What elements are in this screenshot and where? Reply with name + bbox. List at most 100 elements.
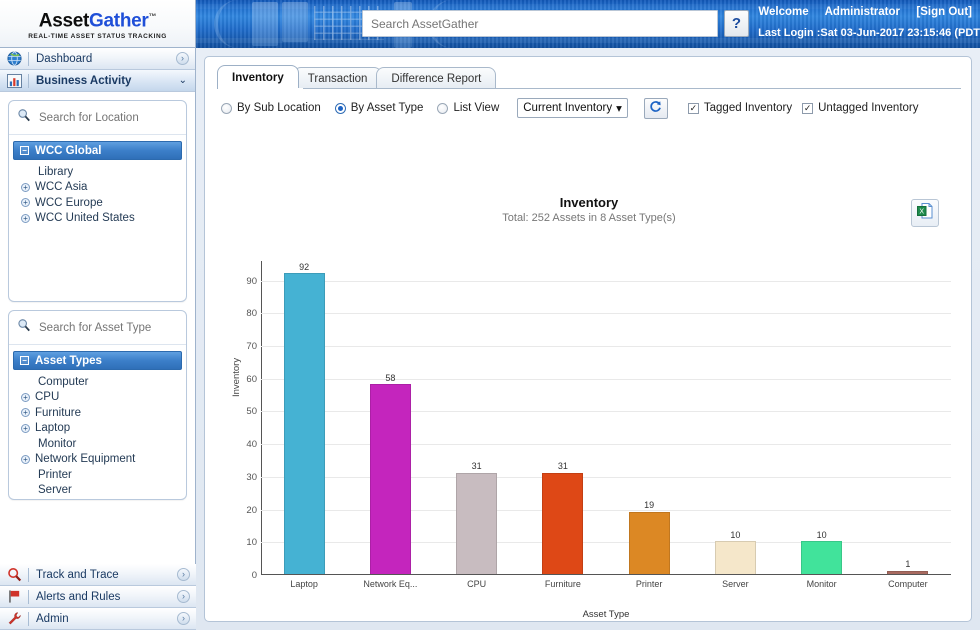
y-axis-tick-label: 50 bbox=[246, 406, 257, 418]
checkbox-label: Tagged Inventory bbox=[703, 102, 793, 114]
chart-bar-column[interactable]: 1 bbox=[887, 559, 929, 574]
tree-item-server[interactable]: Server bbox=[9, 483, 186, 499]
brand-logo[interactable]: AssetGather™ REAL-TIME ASSET STATUS TRAC… bbox=[0, 0, 196, 48]
checkbox-tagged-inventory[interactable]: ✓ Tagged Inventory bbox=[687, 102, 793, 114]
x-axis-tick-label: CPU bbox=[467, 579, 487, 589]
chevron-right-icon: › bbox=[177, 612, 190, 625]
sidebar-item-label: Alerts and Rules bbox=[36, 590, 121, 603]
chart-bar-column[interactable]: 31 bbox=[456, 461, 498, 574]
expand-icon[interactable]: + bbox=[21, 198, 30, 208]
checkbox-untagged-inventory[interactable]: ✓ Untagged Inventory bbox=[802, 102, 919, 114]
location-tree-root[interactable]: − WCC Global bbox=[13, 141, 182, 160]
chart-plot-area: 0 10 20 30 40 50 60 70 80 90 92 58 31 31 19 10 10 1 Lapt… bbox=[246, 261, 951, 620]
sidebar-bottom-nav: Track and Trace › Alerts and Rules › Adm… bbox=[0, 564, 196, 630]
radio-indicator[interactable] bbox=[437, 102, 449, 114]
main-content: Inventory Transaction Difference Report … bbox=[196, 48, 980, 630]
radio-indicator[interactable] bbox=[334, 102, 346, 114]
select-value: Current Inventory bbox=[523, 102, 613, 114]
bar[interactable] bbox=[628, 511, 670, 574]
user-name: Administrator bbox=[824, 6, 901, 18]
tree-item-wcc-asia[interactable]: + WCC Asia bbox=[9, 180, 186, 196]
bar[interactable] bbox=[714, 541, 756, 574]
asset-type-tree-root[interactable]: − Asset Types bbox=[13, 351, 182, 370]
trademark-symbol: ™ bbox=[148, 11, 157, 21]
wrench-icon bbox=[0, 611, 28, 626]
bar[interactable] bbox=[887, 570, 929, 574]
asset-type-search-input[interactable] bbox=[37, 320, 167, 335]
bar[interactable] bbox=[801, 541, 843, 574]
radio-list-view[interactable]: List View bbox=[437, 102, 499, 114]
brand-name-part2: Gather bbox=[89, 10, 149, 32]
tree-item-network-equipment[interactable]: + Network Equipment bbox=[9, 452, 186, 468]
radio-label: List View bbox=[453, 102, 500, 114]
global-search[interactable] bbox=[362, 10, 718, 37]
radio-by-sub-location[interactable]: By Sub Location bbox=[221, 102, 321, 114]
asset-type-tree: − Asset Types Computer + CPU + Furniture bbox=[9, 351, 186, 499]
location-search-input[interactable] bbox=[37, 110, 167, 125]
sidebar-item-alerts-and-rules[interactable]: Alerts and Rules › bbox=[0, 586, 196, 608]
x-axis-tick-label: Server bbox=[722, 579, 749, 589]
sidebar-item-track-and-trace[interactable]: Track and Trace › bbox=[0, 564, 196, 586]
sidebar-item-business-activity[interactable]: Business Activity ⌄ bbox=[0, 70, 195, 92]
refresh-button[interactable] bbox=[643, 97, 668, 119]
radio-by-asset-type[interactable]: By Asset Type bbox=[334, 102, 423, 114]
tree-item-wcc-united-states[interactable]: + WCC United States bbox=[9, 211, 186, 227]
bar[interactable] bbox=[542, 472, 584, 574]
excel-export-button[interactable]: X bbox=[911, 199, 939, 227]
tree-item-wcc-europe[interactable]: + WCC Europe bbox=[9, 195, 186, 211]
tab-transaction[interactable]: Transaction bbox=[292, 67, 383, 89]
tab-difference-report[interactable]: Difference Report bbox=[376, 67, 497, 89]
nav-divider bbox=[28, 567, 29, 582]
asset-type-tree-items: Computer + CPU + Furniture + Laptop Moni… bbox=[9, 370, 186, 504]
app-header: AssetGather™ REAL-TIME ASSET STATUS TRAC… bbox=[0, 0, 980, 48]
search-input[interactable] bbox=[362, 10, 718, 37]
radio-indicator[interactable] bbox=[221, 102, 232, 114]
tree-item-label: Library bbox=[38, 165, 74, 178]
asset-type-search[interactable] bbox=[9, 311, 186, 345]
collapse-icon[interactable]: − bbox=[20, 356, 29, 365]
tree-item-label: Monitor bbox=[38, 437, 77, 450]
bar[interactable] bbox=[283, 273, 325, 574]
brand-name: AssetGather™ bbox=[39, 7, 157, 32]
search-icon bbox=[17, 108, 31, 127]
chevron-right-icon: › bbox=[177, 590, 190, 603]
expand-icon[interactable]: + bbox=[21, 408, 30, 418]
x-axis-tick-label: Network Eq... bbox=[363, 579, 418, 589]
chart-title: Inventory bbox=[559, 195, 619, 210]
sidebar-item-dashboard[interactable]: Dashboard › bbox=[0, 48, 195, 70]
expand-icon[interactable]: + bbox=[21, 213, 30, 223]
tree-item-computer[interactable]: Computer bbox=[9, 374, 186, 390]
chart-bar-column[interactable]: 58 bbox=[369, 373, 411, 574]
y-axis-tick-label: 10 bbox=[246, 537, 257, 549]
chart-bar-column[interactable]: 10 bbox=[801, 530, 843, 574]
checkbox-indicator[interactable]: ✓ bbox=[687, 102, 699, 114]
tree-item-furniture[interactable]: + Furniture bbox=[9, 405, 186, 421]
location-search[interactable] bbox=[9, 101, 186, 135]
checkbox-indicator[interactable]: ✓ bbox=[802, 102, 814, 114]
chart-bar-column[interactable]: 31 bbox=[542, 461, 584, 574]
inventory-mode-select[interactable]: Current Inventory ▾ bbox=[517, 98, 628, 118]
tab-inventory[interactable]: Inventory bbox=[217, 65, 299, 89]
expand-icon[interactable]: + bbox=[21, 182, 30, 192]
expand-icon[interactable]: + bbox=[21, 454, 30, 464]
globe-icon bbox=[0, 51, 28, 66]
chart-bar-column[interactable]: 10 bbox=[714, 530, 756, 574]
help-button[interactable]: ? bbox=[724, 10, 749, 37]
sidebar-item-admin[interactable]: Admin › bbox=[0, 608, 196, 630]
tree-item-laptop[interactable]: + Laptop bbox=[9, 421, 186, 437]
bar[interactable] bbox=[369, 384, 411, 574]
bar[interactable] bbox=[456, 472, 498, 574]
expand-icon[interactable]: + bbox=[21, 423, 30, 433]
tree-item-printer[interactable]: Printer bbox=[9, 467, 186, 483]
tree-item-cpu[interactable]: + CPU bbox=[9, 390, 186, 406]
location-tree: − WCC Global Library + WCC Asia + WCC Eu… bbox=[9, 141, 186, 301]
tree-item-monitor[interactable]: Monitor bbox=[9, 436, 186, 452]
tab-underline bbox=[217, 88, 961, 89]
y-axis-label: Inventory bbox=[231, 357, 242, 397]
collapse-icon[interactable]: − bbox=[20, 146, 29, 155]
chart-bar-column[interactable]: 19 bbox=[628, 500, 670, 574]
expand-icon[interactable]: + bbox=[21, 392, 30, 402]
tree-item-library[interactable]: Library bbox=[9, 164, 186, 180]
sign-out-link[interactable]: [Sign Out] bbox=[916, 6, 972, 18]
chart-bar-column[interactable]: 92 bbox=[283, 262, 325, 574]
